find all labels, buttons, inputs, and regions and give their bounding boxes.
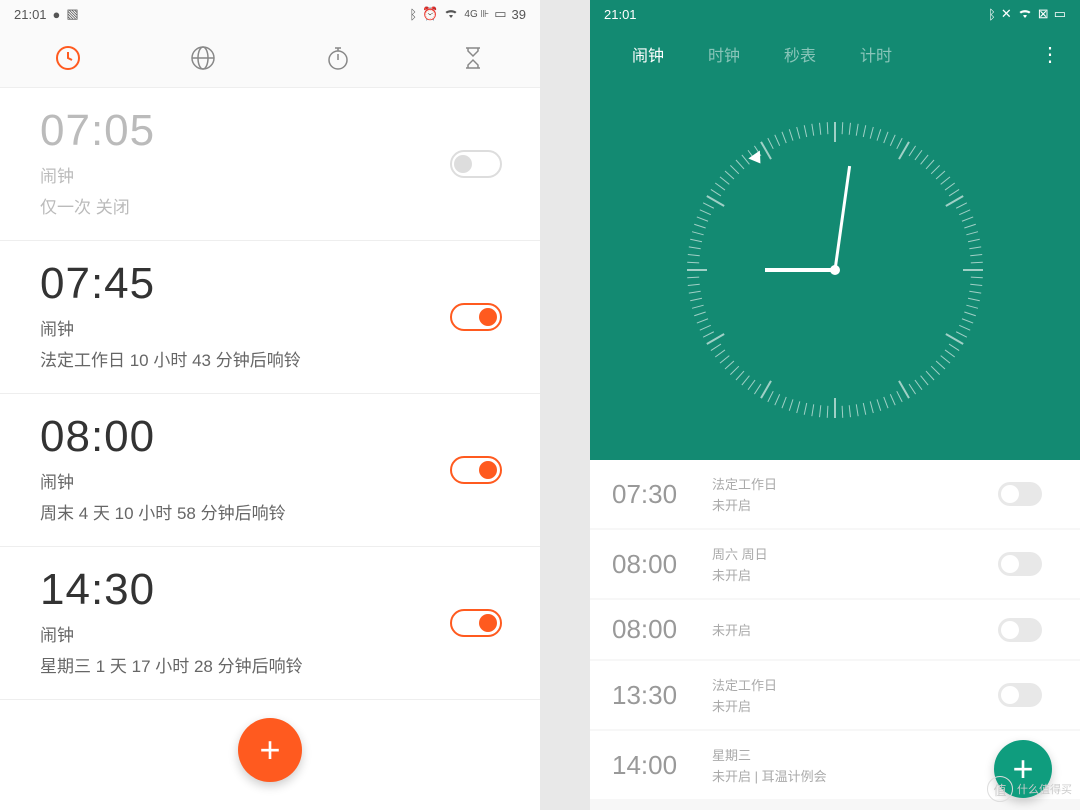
status-time: 21:01 [14, 7, 47, 22]
alarm-item[interactable]: 08:00 闹钟 周末 4 天 10 小时 58 分钟后响铃 [0, 394, 540, 547]
tab-worldclock[interactable] [190, 45, 216, 71]
alarm-time: 07:45 [40, 259, 500, 309]
alarm-time: 14:30 [40, 565, 500, 615]
chat-icon: ● [53, 7, 61, 22]
battery-level: 39 [512, 7, 526, 22]
alarm-time: 07:05 [40, 106, 500, 156]
alarm-toggle[interactable] [998, 552, 1042, 576]
alarm-toggle[interactable] [998, 618, 1042, 642]
alarm-info: 周六 周日 未开启 [712, 544, 768, 584]
clock-face [590, 80, 1080, 460]
alarm-detail: 星期三 1 天 17 小时 28 分钟后响铃 [40, 652, 500, 677]
alarm-detail: 周末 4 天 10 小时 58 分钟后响铃 [40, 499, 500, 524]
bluetooth-icon: ᛒ [409, 7, 417, 22]
battery-icon: ▭ [494, 6, 506, 22]
alarm-info: 未开启 [712, 620, 751, 639]
center-dot [830, 265, 840, 275]
alarm-toggle[interactable] [998, 683, 1042, 707]
alarm-info: 法定工作日 未开启 [712, 474, 777, 514]
alarm-detail: 仅一次 关闭 [40, 193, 500, 218]
alarm-detail: 法定工作日 10 小时 43 分钟后响铃 [40, 346, 500, 371]
alarm-line1: 周六 周日 [712, 544, 768, 563]
alarm-time: 08:00 [40, 412, 500, 462]
alarm-item[interactable]: 13:30 法定工作日 未开启 [590, 661, 1080, 729]
alarm-label: 闹钟 [40, 468, 500, 493]
status-bar: 21:01 ᛒ ✕ ⊠ ▭ [590, 0, 1080, 28]
tab-row: 闹钟时钟秒表计时 ⋮ [590, 28, 1080, 80]
alarm-line2: 未开启 [712, 696, 777, 715]
alarm-toggle[interactable] [998, 482, 1042, 506]
hour-hand [765, 268, 835, 272]
alarm-time: 08:00 [612, 614, 712, 645]
tab-timer[interactable] [460, 45, 486, 71]
phone-left: 21:01 ● ▧ ᛒ ⏰ 4G ⊪ ▭ 39 07:05 闹钟 仅一次 [0, 0, 540, 810]
alarm-toggle[interactable] [450, 456, 502, 484]
alarm-label: 闹钟 [40, 162, 500, 187]
tab-stopwatch[interactable] [325, 45, 351, 71]
alarm-line2: 未开启 | 耳温计例会 [712, 766, 827, 785]
alarm-info: 法定工作日 未开启 [712, 675, 777, 715]
tab-2[interactable]: 秒表 [762, 42, 838, 66]
dnd-icon: ✕ [1001, 6, 1012, 22]
alarm-item[interactable]: 14:30 闹钟 星期三 1 天 17 小时 28 分钟后响铃 [0, 547, 540, 700]
alarm-time: 13:30 [612, 680, 712, 711]
alarm-time: 07:30 [612, 479, 712, 510]
alarm-line1: 法定工作日 [712, 675, 777, 694]
watermark: 值什么值得买 [987, 776, 1072, 802]
image-icon: ▧ [66, 6, 78, 22]
alarm-time: 14:00 [612, 750, 712, 781]
signal-icon: 4G ⊪ [464, 9, 489, 20]
alarm-label: 闹钟 [40, 621, 500, 646]
alarm-toggle[interactable] [450, 609, 502, 637]
alarm-toggle[interactable] [450, 150, 502, 178]
more-icon[interactable]: ⋮ [1040, 42, 1060, 67]
status-bar: 21:01 ● ▧ ᛒ ⏰ 4G ⊪ ▭ 39 [0, 0, 540, 28]
alarm-info: 星期三 未开启 | 耳温计例会 [712, 745, 827, 785]
alarm-item[interactable]: 07:45 闹钟 法定工作日 10 小时 43 分钟后响铃 [0, 241, 540, 394]
phone-right: 21:01 ᛒ ✕ ⊠ ▭ 闹钟时钟秒表计时 ⋮ 07:30 法定工作日 未开启 … [590, 0, 1080, 810]
alarm-item[interactable]: 08:00 未开启 [590, 600, 1080, 659]
tab-alarm[interactable] [55, 45, 81, 71]
alarm-list: 07:05 闹钟 仅一次 关闭 07:45 闹钟 法定工作日 10 小时 43 … [0, 88, 540, 810]
add-alarm-button[interactable]: + [238, 718, 302, 782]
alarm-label: 闹钟 [40, 315, 500, 340]
battery-icon: ▭ [1054, 6, 1066, 22]
alarm-line1: 法定工作日 [712, 474, 777, 493]
wifi-icon [1017, 8, 1033, 20]
wifi-icon [443, 8, 459, 20]
tab-0[interactable]: 闹钟 [610, 42, 686, 66]
alarm-item[interactable]: 07:05 闹钟 仅一次 关闭 [0, 88, 540, 241]
alarm-line2: 未开启 [712, 565, 768, 584]
tab-row [0, 28, 540, 88]
alarm-line1: 星期三 [712, 745, 827, 764]
alarm-clock-icon: ⏰ [422, 6, 438, 22]
status-time: 21:01 [604, 7, 637, 22]
alarm-line1: 未开启 [712, 620, 751, 639]
alarm-item[interactable]: 07:30 法定工作日 未开启 [590, 460, 1080, 528]
alarm-line2: 未开启 [712, 495, 777, 514]
close-icon: ⊠ [1038, 6, 1049, 22]
alarm-time: 08:00 [612, 549, 712, 580]
alarm-toggle[interactable] [450, 303, 502, 331]
tab-3[interactable]: 计时 [838, 42, 914, 66]
alarm-item[interactable]: 08:00 周六 周日 未开启 [590, 530, 1080, 598]
bluetooth-icon: ᛒ [988, 7, 996, 22]
tab-1[interactable]: 时钟 [686, 42, 762, 66]
